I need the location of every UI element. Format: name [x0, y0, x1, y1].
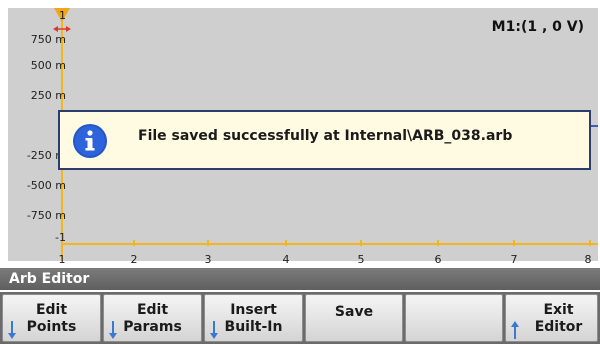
y-tick-label: -750 m — [26, 209, 66, 222]
y-tick-label: 500 m — [30, 59, 66, 72]
dialog-message: File saved successfully at Internal\ARB_… — [138, 128, 513, 144]
y-tick-label: -1 — [55, 231, 66, 244]
arrow-up-icon — [511, 321, 519, 339]
softkey-label: Edit Points — [26, 302, 77, 335]
editor-title-bar: Arb Editor — [0, 268, 600, 290]
softkey-exit-editor[interactable]: Exit Editor — [505, 294, 598, 342]
x-tick-label: 4 — [282, 253, 290, 266]
x-tick-label: 7 — [510, 253, 518, 266]
softkey-label: Exit Editor — [534, 302, 583, 335]
y-tick-label: 1 — [59, 9, 66, 22]
x-tick-label: 8 — [584, 253, 592, 266]
softkey-bar: Edit Points Edit Params Insert Built-In … — [0, 292, 600, 344]
arrow-down-icon — [210, 321, 218, 339]
editor-title: Arb Editor — [9, 271, 90, 287]
arrow-down-icon — [109, 321, 117, 339]
x-tick-label: 5 — [357, 253, 365, 266]
info-icon — [73, 124, 107, 158]
x-tick-label: 2 — [130, 253, 138, 266]
x-tick-label: 3 — [204, 253, 212, 266]
softkey-empty[interactable] — [405, 294, 503, 342]
y-tick-label: -500 m — [26, 179, 66, 192]
arrow-down-icon — [8, 321, 16, 339]
save-confirmation-dialog[interactable]: File saved successfully at Internal\ARB_… — [58, 110, 591, 170]
softkey-edit-points[interactable]: Edit Points — [2, 294, 101, 342]
marker-readout: M1:(1 , 0 V) — [491, 19, 584, 35]
softkey-edit-params[interactable]: Edit Params — [103, 294, 202, 342]
softkey-save[interactable]: Save — [305, 294, 403, 342]
softkey-label: Insert Built-In — [224, 302, 283, 335]
x-tick-label: 6 — [434, 253, 442, 266]
softkey-label: Save — [334, 304, 374, 320]
softkey-label: Edit Params — [123, 302, 182, 335]
y-tick-label: 750 m — [30, 33, 66, 46]
x-tick-label: 1 — [58, 253, 66, 266]
y-tick-label: 250 m — [30, 89, 66, 102]
softkey-insert-built-in[interactable]: Insert Built-In — [204, 294, 303, 342]
